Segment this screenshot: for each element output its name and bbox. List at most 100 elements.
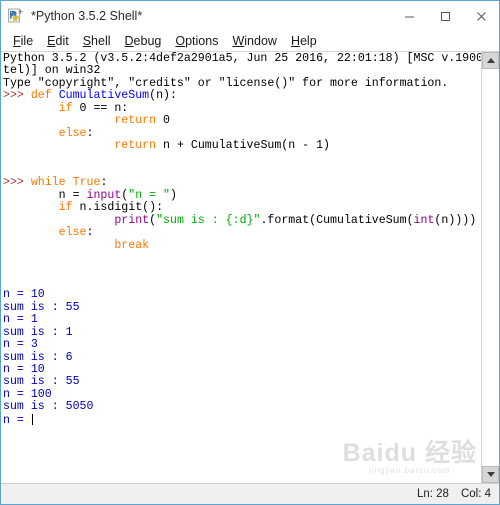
shell-token-plain: n.isdigit():	[72, 201, 164, 215]
shell-token-out: n =	[3, 413, 31, 427]
shell-token-out: sum is : 5050	[3, 400, 94, 414]
shell-token-plain: )	[170, 188, 177, 202]
shell-content: Python 3.5.2 (v3.5.2:4def2a2901a5, Jun 2…	[1, 52, 499, 484]
shell-line: sum is : 55	[3, 300, 481, 314]
window-controls	[391, 1, 499, 31]
scroll-up-arrow-icon[interactable]	[482, 52, 499, 69]
menu-item-debug[interactable]: Debug	[118, 32, 169, 50]
shell-token-plain: n + CumulativeSum(n - 1)	[156, 139, 331, 153]
shell-token-plain: 0 == n:	[72, 101, 129, 115]
shell-line: sum is : 5050	[3, 401, 481, 413]
shell-token-plain: Python 3.5.2 (v3.5.2:4def2a2901a5, Jun 2…	[3, 52, 481, 65]
shell-line: sum is : 1	[3, 325, 481, 339]
scrollbar-track[interactable]	[482, 69, 499, 466]
menu-accel-letter: H	[290, 34, 300, 48]
shell-line: n = 1	[3, 313, 481, 327]
menu-item-shell[interactable]: Shell	[76, 32, 118, 50]
menu-item-edit[interactable]: Edit	[40, 32, 76, 50]
shell-token-plain	[66, 176, 73, 189]
status-bar: Ln: 28 Col: 4	[1, 484, 499, 504]
shell-token-plain: tel)] on win32	[3, 64, 101, 78]
shell-token-out: n = 3	[3, 338, 38, 352]
shell-token-str: "sum is : {:d}"	[156, 213, 261, 227]
shell-line: n = 3	[3, 338, 481, 352]
shell-token-str: "n = "	[128, 188, 171, 202]
shell-token-plain	[3, 114, 114, 127]
shell-token-plain: (n))))	[434, 213, 477, 227]
menu-accel-letter: S	[82, 34, 92, 48]
shell-token-builtin: print	[114, 213, 150, 227]
shell-token-kw: else	[58, 226, 87, 240]
python-idle-icon	[7, 7, 25, 25]
shell-text-area[interactable]: Python 3.5.2 (v3.5.2:4def2a2901a5, Jun 2…	[1, 52, 481, 483]
shell-token-kw: True	[72, 176, 101, 190]
shell-token-builtin: input	[86, 188, 122, 202]
maximize-button[interactable]	[427, 1, 463, 31]
shell-token-kw: if	[58, 101, 73, 115]
shell-line: n =	[3, 413, 481, 427]
shell-token-out: sum is : 55	[3, 375, 80, 389]
shell-token-plain	[3, 226, 59, 239]
shell-line: return n + CumulativeSum(n - 1)	[3, 139, 481, 153]
menu-item-file[interactable]: File	[6, 32, 40, 50]
shell-token-kw: def	[30, 89, 52, 103]
shell-token-plain: Type "copyright", "credits" or "license(…	[3, 76, 449, 90]
shell-token-plain	[3, 127, 59, 140]
menu-item-help[interactable]: Help	[284, 32, 324, 50]
menu-accel-letter: O	[175, 34, 186, 48]
shell-token-def: CumulativeSum	[58, 89, 150, 103]
shell-token-out: sum is : 1	[3, 325, 73, 339]
shell-line: sum is : 55	[3, 376, 481, 388]
shell-token-kw: return	[114, 114, 157, 128]
shell-token-out: n = 1	[3, 313, 38, 327]
window-title: *Python 3.5.2 Shell*	[31, 9, 143, 23]
shell-token-plain	[3, 239, 114, 252]
close-button[interactable]	[463, 1, 499, 31]
idle-shell-window: *Python 3.5.2 Shell* File Edit Shell Debug O…	[0, 0, 500, 505]
menu-item-options[interactable]: Options	[168, 32, 225, 50]
shell-token-kw: while	[30, 176, 66, 190]
shell-token-plain: .format(CumulativeSum(	[260, 213, 414, 227]
shell-token-plain: n =	[3, 188, 87, 202]
shell-token-plain: (n):	[149, 89, 177, 103]
shell-token-out: n = 10	[3, 362, 45, 376]
shell-token-out: n = 10	[3, 288, 45, 302]
menu-item-window[interactable]: Window	[225, 32, 283, 50]
menu-accel-letter: E	[47, 34, 56, 48]
menu-accel-letter: D	[124, 34, 134, 48]
menu-accel-letter: W	[232, 34, 245, 48]
vertical-scrollbar[interactable]	[481, 52, 499, 483]
shell-token-kw: if	[58, 201, 73, 215]
shell-token-plain	[3, 214, 114, 227]
shell-token-prompt: >>>	[3, 89, 31, 103]
shell-token-prompt: >>>	[3, 176, 31, 190]
shell-token-out: sum is : 55	[3, 300, 80, 314]
shell-line: sum is : 6	[3, 350, 481, 364]
shell-token-plain	[3, 102, 59, 115]
shell-token-plain: :	[86, 226, 94, 240]
shell-token-plain: :	[100, 176, 108, 190]
shell-line: break	[3, 238, 481, 252]
shell-token-builtin: int	[413, 213, 435, 227]
shell-token-plain	[3, 201, 59, 214]
shell-token-out: sum is : 6	[3, 350, 73, 364]
shell-token-kw: else	[58, 126, 87, 140]
minimize-button[interactable]	[391, 1, 427, 31]
menu-accel-letter: F	[13, 34, 21, 48]
status-line-indicator: Ln: 28	[416, 488, 449, 500]
shell-token-kw: break	[114, 238, 150, 252]
text-caret	[31, 413, 33, 425]
shell-token-out: n = 100	[3, 387, 52, 401]
shell-token-plain: 0	[156, 114, 170, 128]
scroll-down-arrow-icon[interactable]	[482, 466, 499, 483]
shell-token-kw: return	[114, 139, 157, 153]
shell-token-plain	[52, 89, 59, 102]
menu-bar: File Edit Shell Debug Options Window Help	[1, 31, 499, 52]
title-bar[interactable]: *Python 3.5.2 Shell*	[1, 1, 499, 31]
shell-token-plain	[3, 139, 114, 152]
shell-token-plain: :	[86, 126, 94, 140]
